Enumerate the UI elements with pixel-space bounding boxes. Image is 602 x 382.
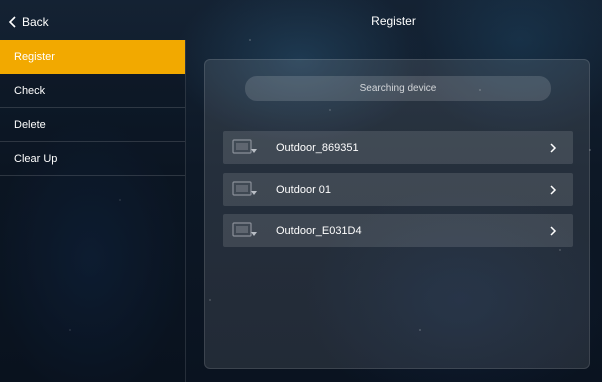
back-label: Back [22,15,49,29]
sidebar-item-label: Register [14,51,55,63]
sidebar-item-delete[interactable]: Delete [0,108,185,142]
device-row[interactable]: Outdoor_869351 [223,131,573,164]
device-row[interactable]: Outdoor 01 [223,173,573,206]
outdoor-station-icon [232,221,258,240]
chevron-right-icon [547,225,559,237]
search-status-text: Searching device [359,83,437,94]
sidebar-item-label: Check [14,84,46,97]
outdoor-station-icon [232,180,258,199]
sidebar-item-check[interactable]: Check [0,74,185,108]
chevron-left-icon [8,16,17,28]
page-title: Register [371,14,416,28]
chevron-right-icon [547,142,559,154]
device-row[interactable]: Outdoor_E031D4 [223,214,573,247]
sidebar-item-label: Clear Up [14,152,58,165]
sidebar: Register Check Delete Clear Up [0,40,186,382]
chevron-right-icon [547,184,559,196]
device-name: Outdoor 01 [276,183,332,196]
search-status-bar: Searching device [245,76,551,101]
device-name: Outdoor_E031D4 [276,224,362,237]
top-bar: Back Register [0,0,602,40]
device-panel: Searching device Outdoor_869351 Outdoor … [204,59,590,369]
sidebar-item-clear-up[interactable]: Clear Up [0,142,185,176]
device-name: Outdoor_869351 [276,141,359,154]
sidebar-item-register[interactable]: Register [0,40,185,74]
sidebar-item-label: Delete [14,118,46,131]
outdoor-station-icon [232,138,258,157]
back-button[interactable]: Back [8,12,49,32]
